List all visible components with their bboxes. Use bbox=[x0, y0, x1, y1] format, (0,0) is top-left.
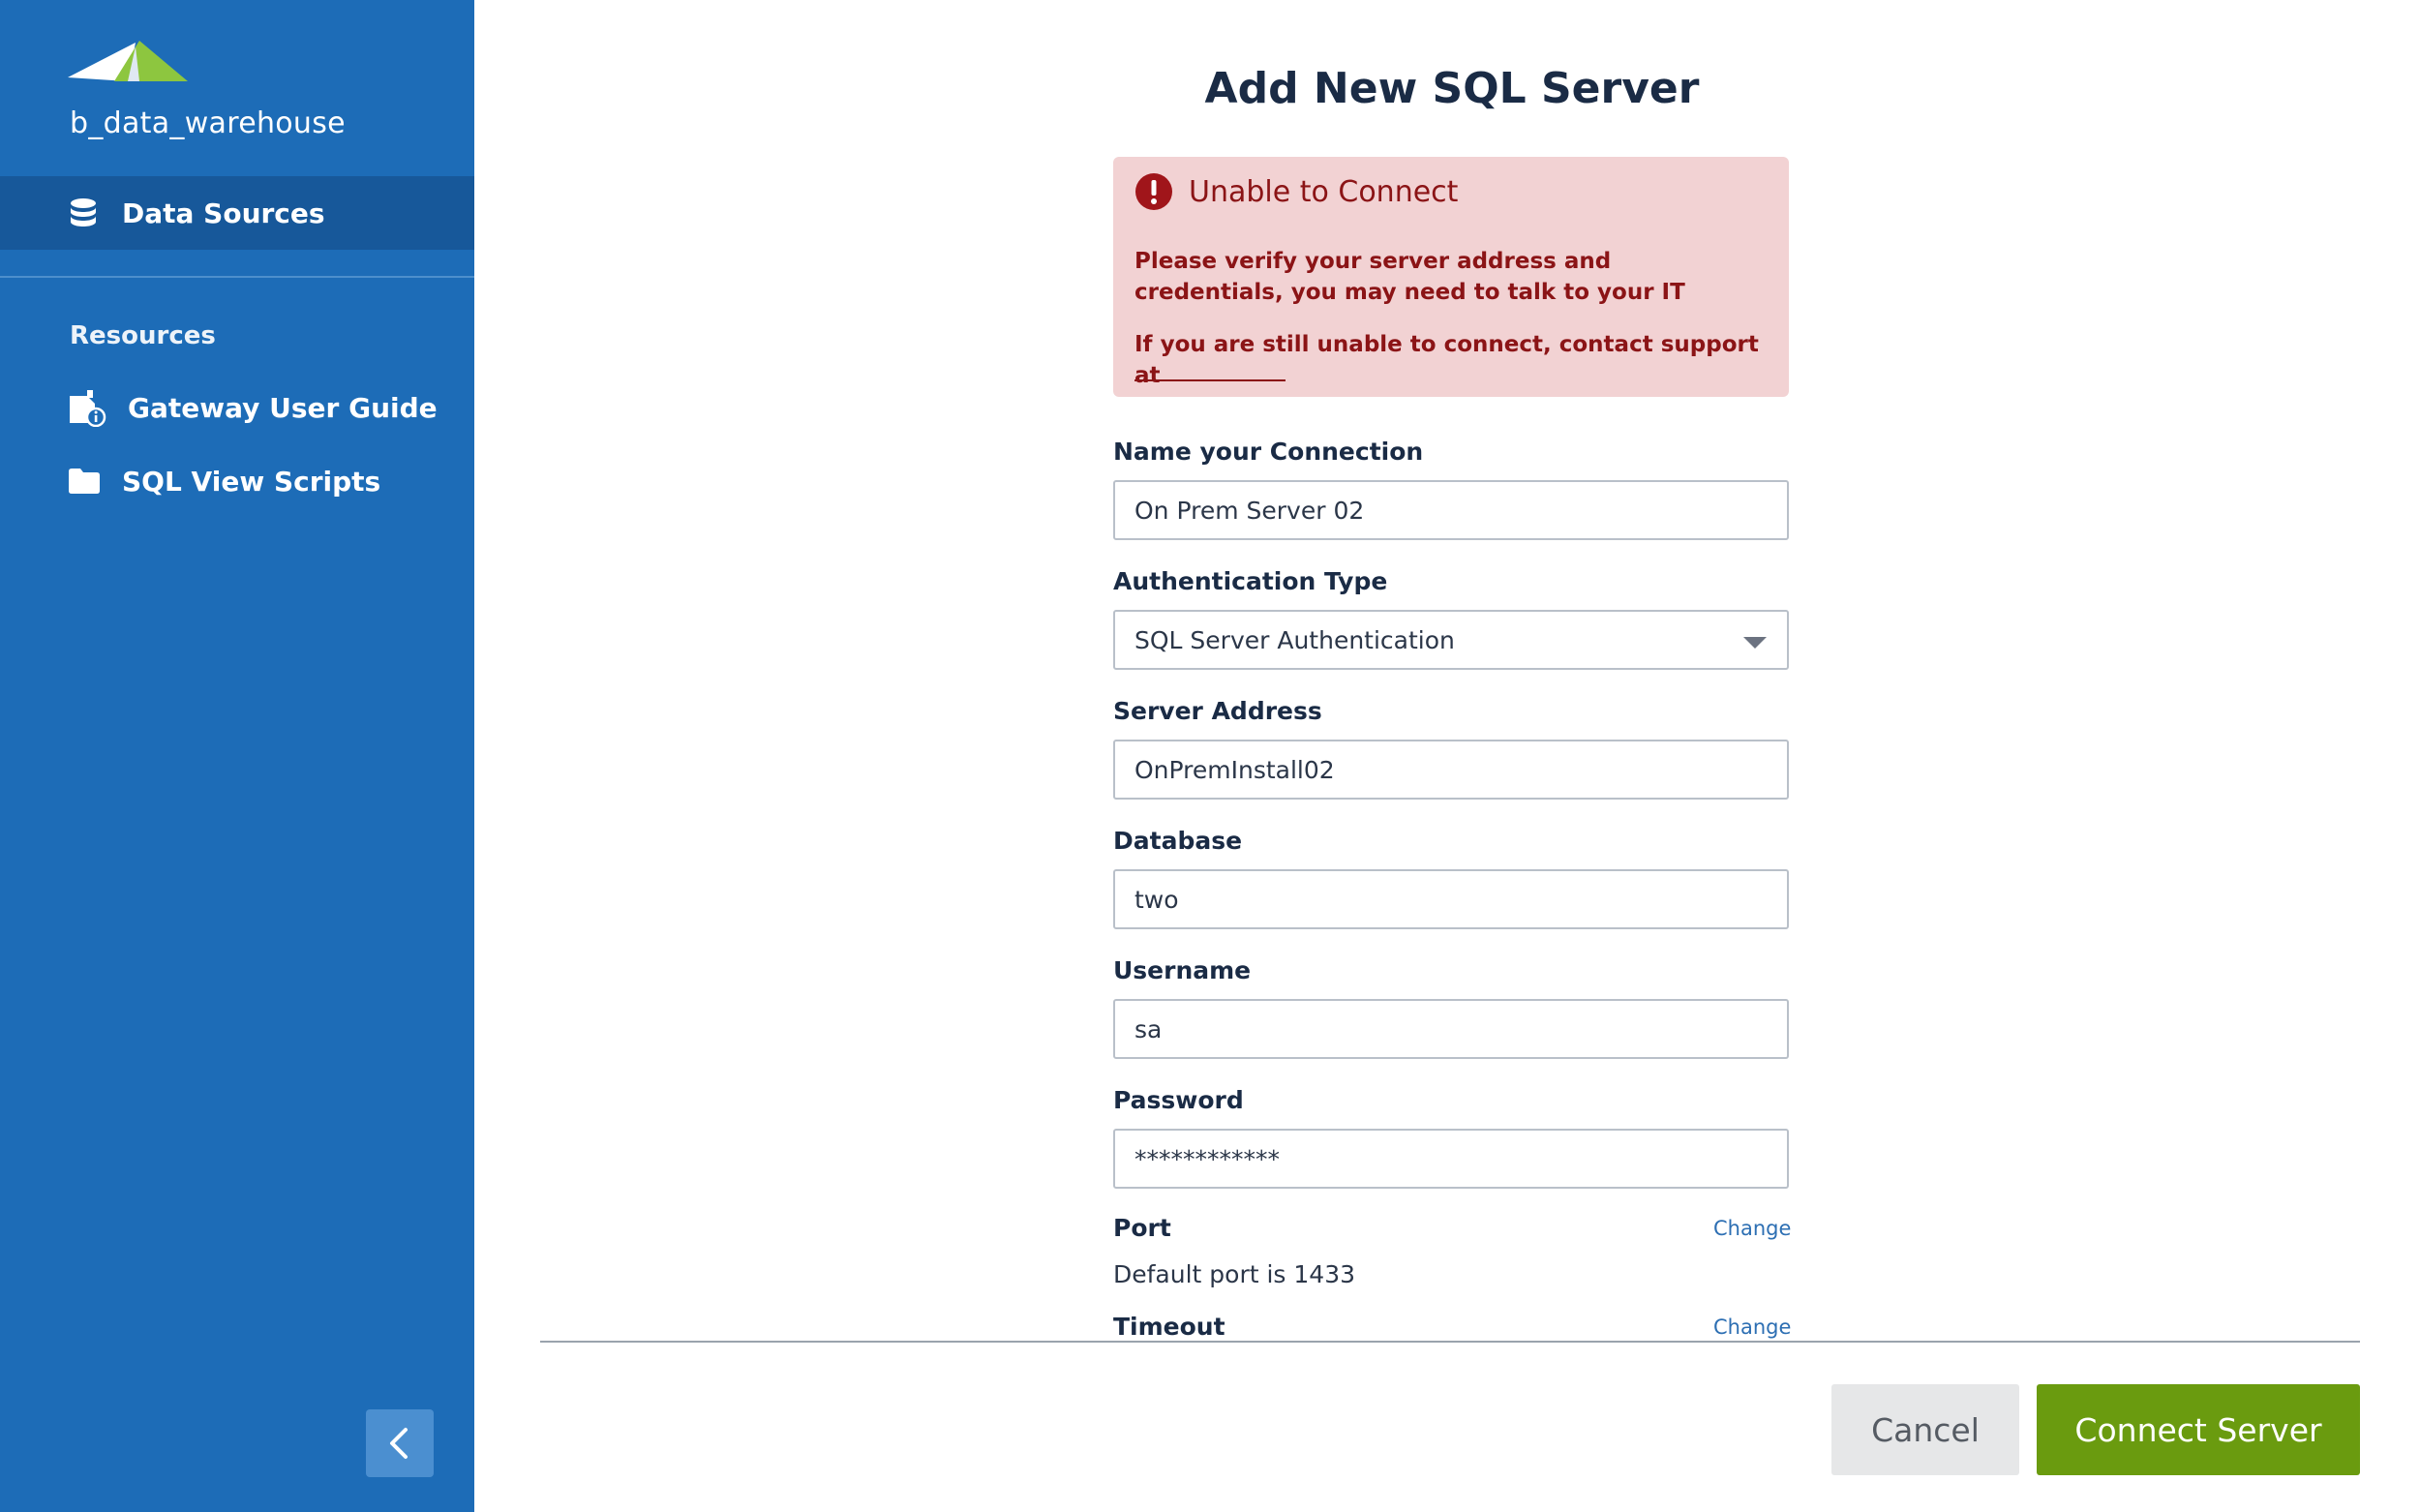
sidebar-item-sql-view-scripts[interactable]: SQL View Scripts bbox=[68, 460, 380, 502]
server-address-label: Server Address bbox=[1113, 697, 1322, 725]
timeout-label: Timeout bbox=[1113, 1313, 1225, 1341]
sidebar-item-label: SQL View Scripts bbox=[122, 465, 381, 498]
password-input[interactable]: ************ bbox=[1113, 1129, 1789, 1189]
port-label: Port bbox=[1113, 1214, 1171, 1242]
port-change-link[interactable]: Change bbox=[1713, 1217, 1791, 1240]
connect-server-button[interactable]: Connect Server bbox=[2037, 1384, 2360, 1475]
folder-icon bbox=[69, 469, 100, 494]
alert-title: Unable to Connect bbox=[1189, 174, 1459, 209]
alert-header: Unable to Connect bbox=[1134, 172, 1458, 211]
collapse-sidebar-button[interactable] bbox=[366, 1409, 434, 1477]
username-input[interactable]: sa bbox=[1113, 999, 1789, 1059]
sidebar-item-label: Data Sources bbox=[122, 197, 325, 229]
chevron-down-icon bbox=[1743, 637, 1767, 649]
input-value: sa bbox=[1134, 1014, 1163, 1043]
select-value: SQL Server Authentication bbox=[1134, 625, 1455, 654]
sidebar: b_data_warehouse Data Sources Resources … bbox=[0, 0, 474, 1512]
company-logo bbox=[68, 41, 188, 81]
footer-divider bbox=[540, 1341, 2360, 1343]
error-alert: Unable to Connect Please verify your ser… bbox=[1113, 157, 1789, 397]
server-address-input[interactable]: OnPremInstall02 bbox=[1113, 740, 1789, 800]
page-title: Add New SQL Server bbox=[1204, 64, 1700, 113]
document-info-icon bbox=[70, 390, 106, 427]
password-label: Password bbox=[1113, 1086, 1244, 1114]
port-description: Default port is 1433 bbox=[1113, 1260, 1356, 1288]
database-input[interactable]: two bbox=[1113, 869, 1789, 929]
error-icon bbox=[1135, 173, 1172, 210]
connection-name-label: Name your Connection bbox=[1113, 438, 1424, 466]
chevron-left-icon bbox=[390, 1428, 408, 1459]
support-link[interactable] bbox=[1134, 379, 1286, 381]
sidebar-item-gateway-user-guide[interactable]: Gateway User Guide bbox=[68, 386, 438, 429]
alert-support-text: If you are still unable to connect, cont… bbox=[1134, 332, 1759, 388]
sidebar-item-data-sources[interactable]: Data Sources bbox=[0, 176, 474, 250]
resources-heading: Resources bbox=[70, 321, 216, 350]
auth-type-label: Authentication Type bbox=[1113, 567, 1388, 595]
input-value: On Prem Server 02 bbox=[1134, 496, 1365, 525]
username-label: Username bbox=[1113, 956, 1252, 984]
connection-name-input[interactable]: On Prem Server 02 bbox=[1113, 480, 1789, 540]
alert-message: Please verify your server address and cr… bbox=[1134, 249, 1685, 305]
timeout-change-link[interactable]: Change bbox=[1713, 1315, 1791, 1339]
sidebar-divider bbox=[0, 276, 474, 278]
auth-type-select[interactable]: SQL Server Authentication bbox=[1113, 610, 1789, 670]
input-value: two bbox=[1134, 885, 1179, 914]
input-value: OnPremInstall02 bbox=[1134, 755, 1335, 784]
input-value: ************ bbox=[1134, 1144, 1280, 1173]
database-label: Database bbox=[1113, 827, 1243, 855]
database-icon bbox=[71, 198, 96, 227]
workspace-name: b_data_warehouse bbox=[70, 106, 346, 140]
cancel-button[interactable]: Cancel bbox=[1831, 1384, 2019, 1475]
sidebar-item-label: Gateway User Guide bbox=[128, 391, 438, 424]
